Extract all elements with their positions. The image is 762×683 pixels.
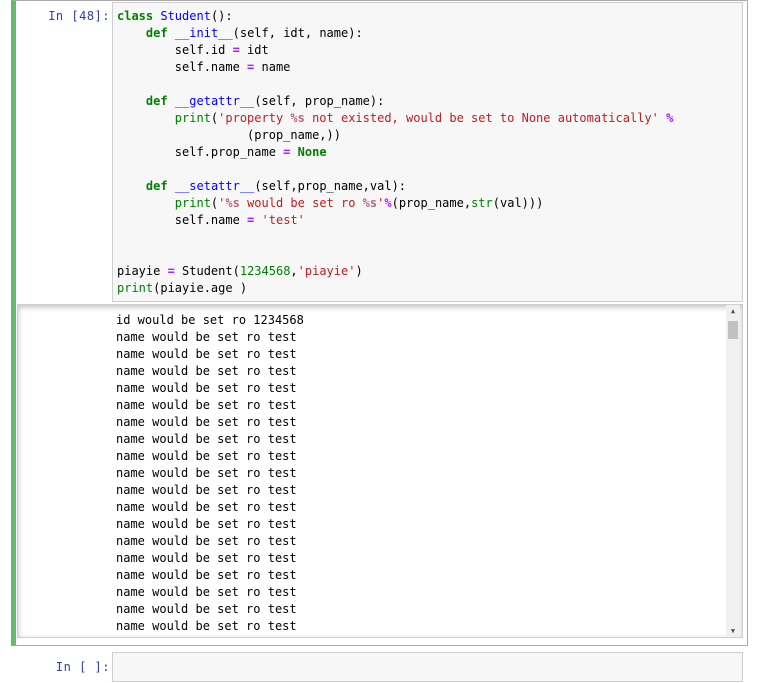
empty-code-input[interactable] [112, 652, 743, 682]
output-line: name would be set ro test [116, 347, 297, 361]
output-line: name would be set ro test [116, 381, 297, 395]
code-token: %s [290, 111, 305, 125]
output-line: name would be set ro test [116, 500, 297, 514]
code-token: % [384, 196, 392, 210]
code-token: , [290, 264, 298, 278]
output-line: name would be set ro test [116, 415, 297, 429]
code-token: (self,prop_name,val): [254, 179, 407, 193]
code-token: would be set ro [239, 196, 363, 210]
code-token: print [174, 196, 211, 210]
code-token: self.name [117, 60, 248, 74]
code-token: 'property [218, 111, 291, 125]
code-token: %s [225, 196, 240, 210]
scroll-down-icon[interactable]: ▼ [726, 627, 740, 635]
output-line: name would be set ro test [116, 635, 304, 637]
output-text: id would be set ro 1234568 name would be … [116, 312, 304, 637]
code-line: piayie = Student(1234568,'piayie') [117, 264, 363, 278]
code-editor[interactable]: class Student(): def __init__(self, idt,… [117, 8, 673, 297]
code-token: (): [210, 9, 233, 23]
code-line: print('property %s not existed, would be… [117, 111, 674, 125]
code-token: __init__ [174, 26, 233, 40]
code-token: self.name [117, 213, 248, 227]
output-line: name would be set ro test [116, 449, 297, 463]
code-token: None [297, 145, 327, 159]
code-token: Student( [174, 264, 240, 278]
code-token: Student [160, 9, 211, 23]
code-line: class Student(): [117, 9, 233, 23]
code-token: % [666, 111, 674, 125]
code-token: 'test' [261, 213, 305, 227]
code-line: self.prop_name = None [117, 145, 327, 159]
code-token: self.id [117, 43, 233, 57]
code-token: (prop_name,)) [117, 128, 341, 142]
output-line: name would be set ro test [116, 551, 297, 565]
code-token: 1234568 [239, 264, 291, 278]
output-line: name would be set ro test [116, 483, 297, 497]
output-scroll-area[interactable]: id would be set ro 1234568 name would be … [17, 304, 743, 638]
code-token: idt [239, 43, 269, 57]
code-token: def [145, 94, 168, 108]
code-line: self.name = 'test' [117, 213, 305, 227]
code-token: piayie [117, 264, 168, 278]
code-token: %s [362, 196, 378, 210]
code-line: print(piayie.age ) [117, 281, 247, 295]
code-token: (self, idt, name): [232, 26, 363, 40]
output-line: name would be set ro test [116, 432, 297, 446]
code-token: str [471, 196, 493, 210]
code-token: = [232, 43, 240, 57]
code-token: not existed, would be set to None automa… [304, 111, 659, 125]
code-token: def [145, 26, 168, 40]
code-line: (prop_name,)) [117, 128, 341, 142]
code-token: (piayie.age ) [153, 281, 248, 295]
code-line: def __getattr__(self, prop_name): [117, 94, 384, 108]
code-token: print [174, 111, 211, 125]
code-token: self.prop_name [117, 145, 284, 159]
output-scrollbar[interactable]: ▲ ▼ [726, 305, 740, 637]
code-line: print('%s would be set ro %s'%(prop_name… [117, 196, 544, 210]
code-token: name [254, 60, 291, 74]
code-token: def [145, 179, 168, 193]
output-line: id would be set ro 1234568 [116, 313, 304, 327]
output-line: name would be set ro test [116, 330, 297, 344]
output-line: name would be set ro test [116, 466, 297, 480]
code-token: ) [355, 264, 363, 278]
code-token: __getattr__ [174, 94, 255, 108]
output-line: name would be set ro test [116, 602, 297, 616]
code-token: __setattr__ [174, 179, 255, 193]
output-line: name would be set ro test [116, 517, 297, 531]
output-line: name would be set ro test [116, 619, 297, 633]
scroll-up-icon[interactable]: ▲ [726, 307, 740, 315]
input-prompt: In [48]: [48, 9, 110, 23]
empty-cell-prompt: In [ ]: [55, 660, 110, 674]
code-token: (self, prop_name): [254, 94, 385, 108]
output-line: name would be set ro test [116, 568, 297, 582]
code-token: print [117, 281, 154, 295]
output-line: name would be set ro test [116, 585, 297, 599]
output-line: name would be set ro test [116, 364, 297, 378]
code-token: class [117, 9, 154, 23]
code-line: self.id = idt [117, 43, 269, 57]
code-token: 'piayie' [297, 264, 356, 278]
scrollbar-thumb[interactable] [728, 321, 738, 339]
code-line: def __setattr__(self,prop_name,val): [117, 179, 406, 193]
code-token: (val))) [492, 196, 544, 210]
output-line: name would be set ro test [116, 398, 297, 412]
output-line: name would be set ro test [116, 534, 297, 548]
code-token: (prop_name, [391, 196, 472, 210]
code-line: self.name = name [117, 60, 291, 74]
code-line: def __init__(self, idt, name): [117, 26, 363, 40]
code-token: = [167, 264, 175, 278]
